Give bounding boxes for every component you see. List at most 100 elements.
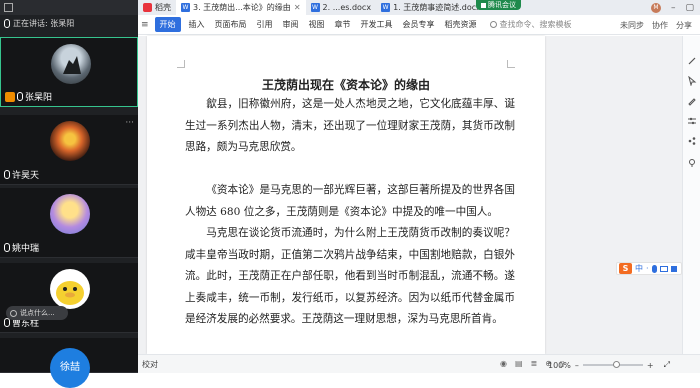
status-bar: 校对 ◉ ▤ ≣ ⊕ ▯ 100% – + ⤢ (138, 354, 700, 373)
participant-tile[interactable]: 曹东柱 (0, 263, 138, 333)
eye-icon[interactable]: ◉ (500, 359, 507, 368)
close-icon[interactable]: ✕ (294, 3, 301, 12)
app-name: 稻壳 (155, 3, 171, 12)
doc-tab[interactable]: W 2. ...es.docx (306, 0, 377, 15)
hamburger-icon[interactable]: ≡ (141, 20, 149, 30)
grid-icon[interactable] (4, 3, 13, 12)
participant-name: 徐喆 (60, 362, 80, 373)
app-home-tab[interactable]: 稻壳 (138, 0, 176, 15)
ime-toolbar[interactable]: S 中 · (616, 262, 682, 275)
tab-member[interactable]: 会员专享 (398, 19, 440, 30)
command-search[interactable]: 查找命令、搜索模板 (489, 19, 572, 30)
margin-corner (177, 60, 185, 68)
ime-mode[interactable]: 中 (635, 263, 643, 274)
screen-share-badge[interactable]: 腾讯会议 (476, 0, 521, 10)
docer-logo-icon (143, 3, 152, 12)
tab-review[interactable]: 审阅 (278, 19, 304, 30)
share-button[interactable]: 分享 (676, 20, 692, 31)
ribbon-right: 未同步 协作 分享 (620, 15, 692, 35)
sync-status[interactable]: 未同步 (620, 20, 644, 31)
document-title: 王茂荫出现在《资本论》的缘由 (261, 78, 430, 92)
document-area: 王茂荫出现在《资本论》的缘由 歙县，旧称徽州府，这是一处人杰地灵之地，它文化底蕴… (138, 36, 682, 354)
chat-input[interactable]: 说点什么... (6, 306, 68, 320)
participant-name-row: 张杲阳 (5, 90, 52, 103)
zoom-value[interactable]: 100% (548, 361, 571, 370)
participant-name: 张杲阳 (25, 93, 53, 103)
pen-icon[interactable] (687, 96, 697, 106)
search-icon (489, 21, 497, 28)
minimize-icon[interactable]: – (671, 3, 676, 13)
chat-placeholder: 说点什么... (20, 309, 55, 317)
window-controls: M – ▢ (650, 0, 694, 15)
tab-view[interactable]: 视图 (304, 19, 330, 30)
participant-tile[interactable]: 徐喆 (0, 338, 138, 388)
participant-name-row: 姚中瑞 (4, 241, 39, 254)
mic-icon (17, 92, 23, 101)
settings-sliders-icon[interactable] (687, 116, 697, 126)
tab-docer[interactable]: 稻壳资源 (440, 19, 482, 30)
word-doc-icon: W (310, 3, 320, 12)
proofread-label[interactable]: 校对 (142, 359, 158, 370)
apps-icon[interactable] (670, 265, 677, 272)
location-icon[interactable] (687, 158, 697, 168)
participant-avatar (50, 269, 90, 309)
speaking-label: 正在讲话: 张杲阳 (13, 18, 75, 28)
emoji-icon (10, 309, 17, 317)
fit-page-icon[interactable]: ⤢ (664, 360, 670, 370)
meeting-topbar (0, 0, 138, 15)
document-paragraph: 《资本论》是马克思的一部光辉巨著，这部巨著所提及的世界各国人物达 680 位之多… (185, 184, 515, 218)
document-paragraph: 歙县，旧称徽州府，这是一处人杰地灵之地，它文化底蕴丰厚、诞生过一系列杰出人物，清… (185, 98, 515, 153)
word-doc-icon: W (181, 3, 190, 12)
participant-avatar: 徐喆 (50, 348, 90, 388)
silhouette-icon (63, 56, 81, 74)
tab-page-layout[interactable]: 页面布局 (210, 19, 252, 30)
tab-section[interactable]: 章节 (330, 19, 356, 30)
doc-tab[interactable]: W 1. 王茂荫事迹简述.docx (376, 0, 486, 15)
document-paragraph: 马克思在谈论货币流通时，为什么附上王茂荫货币改制的奏议呢？咸丰皇帝当政时期，正值… (185, 227, 515, 325)
mic-icon (4, 243, 10, 252)
collaborate-button[interactable]: 协作 (652, 20, 668, 31)
document-tabbar: 稻壳 W 3. 王茂荫出...本论》的缘由 ✕ W 2. ...es.docx … (138, 0, 700, 15)
tab-references[interactable]: 引用 (252, 19, 278, 30)
doc-tab-label: 1. 王茂荫事迹简述.docx (393, 3, 481, 12)
participant-avatar (50, 194, 90, 234)
participant-name: 许昊天 (12, 171, 40, 181)
participant-tile[interactable]: 许昊天 ··· (0, 115, 138, 185)
document-page[interactable]: 王茂荫出现在《资本论》的缘由 歙县，旧称徽州府，这是一处人杰地灵之地，它文化底蕴… (147, 36, 545, 354)
share-nodes-icon[interactable] (687, 136, 697, 146)
outline-icon[interactable]: ≣ (531, 359, 538, 368)
tab-developer[interactable]: 开发工具 (356, 19, 398, 30)
mic-icon (4, 170, 10, 179)
doc-tab-label: 3. 王茂荫出...本论》的缘由 (193, 3, 291, 12)
more-icon[interactable]: ··· (125, 118, 134, 128)
print-layout-icon[interactable]: ▤ (515, 359, 523, 368)
maximize-icon[interactable]: ▢ (685, 3, 694, 13)
participant-avatar (50, 121, 90, 161)
keyboard-icon[interactable] (659, 265, 668, 272)
mic-icon (4, 18, 10, 28)
tab-home[interactable]: 开始 (154, 17, 181, 32)
zoom-in-icon[interactable]: + (647, 361, 654, 370)
pointer-icon[interactable] (687, 76, 697, 86)
mic-icon[interactable] (651, 264, 657, 273)
participant-name: 姚中瑞 (12, 244, 40, 254)
word-doc-icon: W (381, 3, 391, 12)
zoom-slider-knob[interactable] (612, 361, 620, 368)
user-avatar[interactable]: M (650, 2, 661, 13)
zoom-control: 100% – + ⤢ (548, 360, 670, 370)
participant-tile[interactable]: 张杲阳 (0, 37, 138, 107)
punct-icon[interactable]: · (646, 264, 649, 273)
sogou-logo-icon: S (619, 263, 632, 274)
duck-icon (56, 281, 84, 305)
tab-insert[interactable]: 插入 (184, 19, 210, 30)
zoom-out-icon[interactable]: – (575, 361, 579, 370)
zoom-slider[interactable] (582, 361, 643, 368)
ribbon-menu: ≡ 开始 插入 页面布局 引用 审阅 视图 章节 开发工具 会员专享 稻壳资源 … (138, 15, 700, 35)
participant-tile[interactable]: 姚中瑞 (0, 188, 138, 258)
edit-icon[interactable] (687, 56, 697, 66)
doc-tab-label: 2. ...es.docx (322, 3, 372, 12)
right-toolbar (682, 36, 700, 354)
host-badge-icon (5, 91, 15, 102)
doc-tab[interactable]: W 3. 王茂荫出...本论》的缘由 ✕ (176, 0, 306, 15)
meeting-panel: 正在讲话: 张杲阳 张杲阳 许昊天 ··· 姚中瑞 曹东柱 说点什么... 徐喆 (0, 0, 138, 388)
